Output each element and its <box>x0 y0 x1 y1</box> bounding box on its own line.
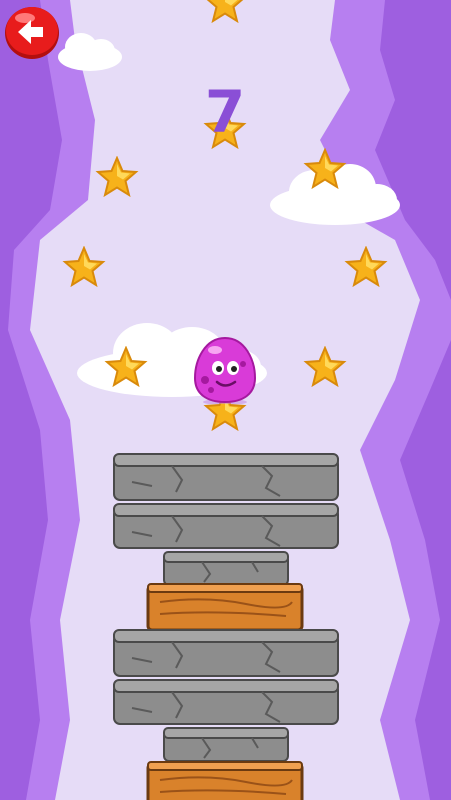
wood-block <box>146 761 304 800</box>
star-icon <box>62 246 106 288</box>
cloud <box>58 33 122 71</box>
star-icon <box>104 346 148 388</box>
star-icon <box>303 148 347 190</box>
back-button[interactable] <box>3 4 61 60</box>
star-icon <box>95 156 139 198</box>
stone-block <box>163 727 289 762</box>
star-icon <box>303 346 347 388</box>
score-counter: 7 <box>204 78 247 146</box>
wood-block <box>146 583 304 632</box>
stone-block <box>113 453 339 501</box>
star-icon <box>206 0 244 24</box>
stone-block <box>113 629 339 677</box>
stone-block <box>113 679 339 725</box>
stone-block <box>113 503 339 549</box>
star-icon <box>344 246 388 288</box>
pink-blob-character-icon <box>193 336 257 404</box>
game-scene[interactable]: 7 <box>0 0 451 800</box>
